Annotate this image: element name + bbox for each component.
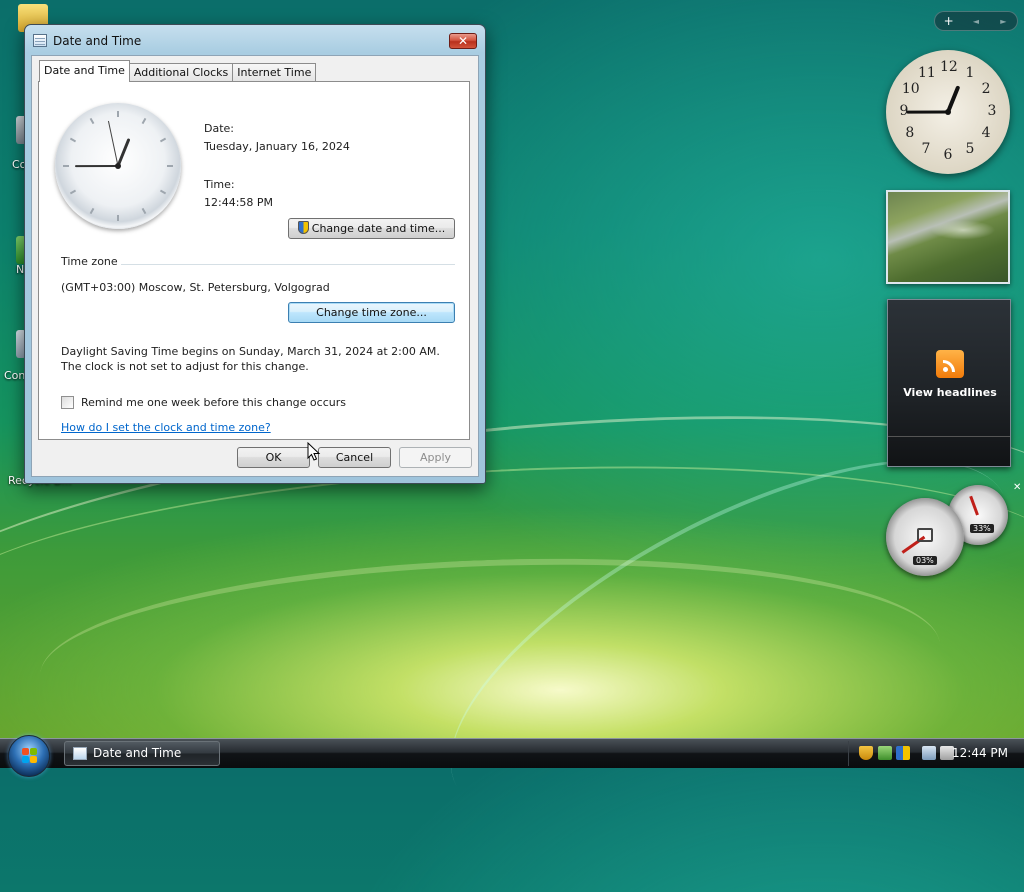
date-time-app-icon bbox=[33, 34, 47, 47]
wallpaper-streak bbox=[0, 440, 1024, 740]
ok-button[interactable]: OK bbox=[237, 447, 310, 468]
change-date-and-time-button[interactable]: Change date and time... bbox=[288, 218, 455, 239]
clock-gadget[interactable]: 12 12 3 45678 9 1011 bbox=[886, 50, 1010, 174]
dialog-titlebar[interactable]: Date and Time ✕ bbox=[25, 25, 485, 55]
add-gadget-button[interactable]: + bbox=[937, 14, 961, 28]
dialog-title: Date and Time bbox=[53, 34, 141, 48]
cpu-gauge-label: 03% bbox=[913, 556, 937, 565]
change-date-and-time-label: Change date and time... bbox=[312, 222, 445, 235]
date-value: Tuesday, January 16, 2024 bbox=[204, 140, 350, 153]
clock-gadget-number: 1 bbox=[962, 65, 978, 81]
cpu-chip-icon bbox=[917, 528, 933, 542]
uac-shield-icon bbox=[298, 221, 309, 234]
windows-defender-icon[interactable] bbox=[896, 746, 910, 760]
memory-gauge-label: 33% bbox=[970, 524, 994, 533]
change-time-zone-button[interactable]: Change time zone... bbox=[288, 302, 455, 323]
tab-strip: Date and Time Additional Clocks Internet… bbox=[39, 60, 315, 82]
clock-tick bbox=[117, 215, 119, 221]
clock-gadget-number: 6 bbox=[940, 147, 956, 163]
feed-gadget-footer bbox=[888, 436, 1010, 466]
time-zone-divider bbox=[121, 264, 455, 265]
windows-logo-icon bbox=[22, 748, 38, 764]
clock-tick bbox=[117, 111, 119, 117]
remind-checkbox-label[interactable]: Remind me one week before this change oc… bbox=[81, 396, 346, 409]
windows-update-icon[interactable] bbox=[878, 746, 892, 760]
start-button[interactable] bbox=[8, 735, 50, 777]
analog-clock-hands bbox=[55, 103, 181, 229]
date-label: Date: bbox=[204, 122, 234, 135]
date-and-time-panel: Date: Tuesday, January 16, 2024 Time: 12… bbox=[38, 81, 470, 440]
clock-gadget-number: 3 bbox=[984, 103, 1000, 119]
taskbar-window-label: Date and Time bbox=[93, 746, 181, 760]
clock-gadget-number: 4 bbox=[978, 125, 994, 141]
apply-button[interactable]: Apply bbox=[399, 447, 472, 468]
view-headlines-label[interactable]: View headlines bbox=[888, 386, 1012, 399]
tab-additional-clocks[interactable]: Additional Clocks bbox=[129, 63, 233, 82]
clock-gadget-number: 12 bbox=[940, 59, 956, 75]
tab-date-and-time[interactable]: Date and Time bbox=[39, 60, 130, 82]
analog-clock bbox=[55, 103, 181, 229]
time-zone-heading: Time zone bbox=[61, 255, 118, 268]
rss-feed-icon bbox=[936, 350, 964, 378]
clock-gadget-number: 11 bbox=[918, 65, 934, 81]
sidebar-toolbar: + ◄ ► bbox=[934, 11, 1018, 31]
date-time-app-icon bbox=[73, 747, 87, 760]
cancel-button[interactable]: Cancel bbox=[318, 447, 391, 468]
time-label: Time: bbox=[204, 178, 235, 191]
time-zone-value: (GMT+03:00) Moscow, St. Petersburg, Volg… bbox=[61, 281, 330, 294]
security-alert-icon[interactable] bbox=[859, 746, 873, 760]
feed-headlines-gadget[interactable]: View headlines bbox=[887, 299, 1011, 467]
time-value: 12:44:58 PM bbox=[204, 196, 273, 209]
clock-gadget-number: 7 bbox=[918, 141, 934, 157]
network-status-icon[interactable] bbox=[922, 746, 936, 760]
clock-gadget-number: 9 bbox=[896, 103, 912, 119]
desktop-icon-label[interactable]: Con bbox=[4, 369, 25, 382]
clock-gadget-number: 5 bbox=[962, 141, 978, 157]
clock-tick bbox=[63, 165, 69, 167]
tab-internet-time[interactable]: Internet Time bbox=[232, 63, 316, 82]
taskbar-clock[interactable]: 12:44 PM bbox=[952, 746, 1008, 760]
cpu-meter-gadget[interactable]: 03% bbox=[886, 498, 964, 576]
clock-gadget-number: 2 bbox=[978, 81, 994, 97]
clock-gadget-number: 8 bbox=[902, 125, 918, 141]
slideshow-gadget[interactable] bbox=[886, 190, 1010, 284]
memory-meter-needle bbox=[969, 496, 979, 516]
clock-gadget-number: 10 bbox=[902, 81, 918, 97]
remind-checkbox[interactable] bbox=[61, 396, 74, 409]
next-page-button[interactable]: ► bbox=[991, 17, 1015, 26]
dialog-body: Date and Time Additional Clocks Internet… bbox=[31, 55, 479, 477]
desktop-icon-label[interactable]: N bbox=[16, 263, 24, 276]
gadget-close-icon[interactable]: ✕ bbox=[1013, 482, 1021, 493]
taskbar-window-date-and-time[interactable]: Date and Time bbox=[64, 741, 220, 766]
clock-tick bbox=[167, 165, 173, 167]
close-button[interactable]: ✕ bbox=[449, 33, 477, 49]
dst-notice: Daylight Saving Time begins on Sunday, M… bbox=[61, 344, 456, 374]
previous-page-button[interactable]: ◄ bbox=[964, 17, 988, 26]
date-and-time-dialog: Date and Time ✕ Date and Time Additional… bbox=[24, 24, 486, 484]
system-tray: 12:44 PM bbox=[848, 741, 1020, 766]
help-link[interactable]: How do I set the clock and time zone? bbox=[61, 421, 271, 434]
